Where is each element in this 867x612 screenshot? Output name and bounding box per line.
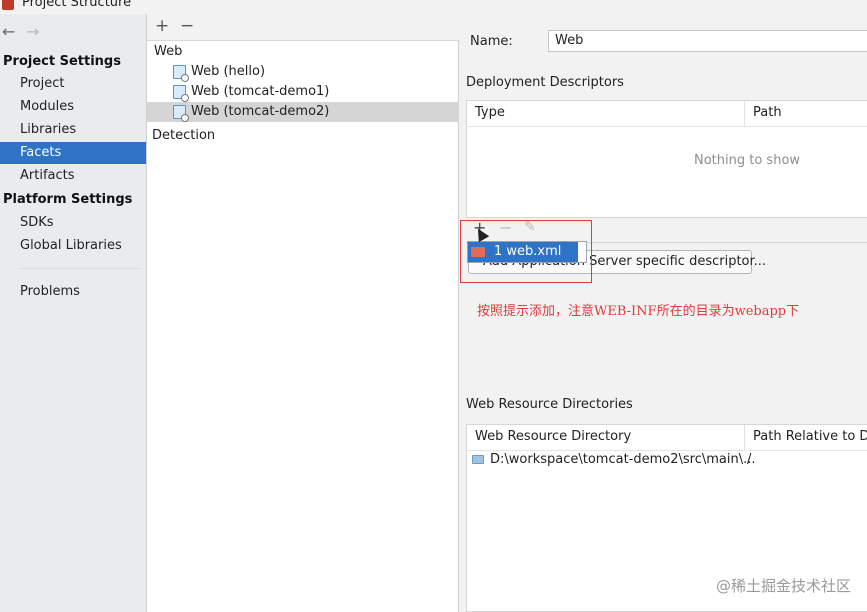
- table-header: Type Path: [467, 101, 867, 127]
- sidebar-item-sdks[interactable]: SDKs: [0, 212, 146, 234]
- xml-file-icon: [471, 247, 485, 257]
- column-header-relative-path[interactable]: Path Relative to D: [753, 429, 867, 444]
- facet-tree-root[interactable]: Web: [154, 44, 182, 59]
- table-row[interactable]: D:\workspace\tomcat-demo2\src\main\... /: [467, 451, 867, 471]
- facet-tree-item-label: Web (tomcat-demo2): [191, 104, 330, 119]
- facets-panel: + − Web Web (hello) Web (tomcat-demo1) W…: [146, 14, 459, 612]
- title-bar: Project Structure: [0, 0, 867, 14]
- remove-descriptor-icon[interactable]: −: [499, 218, 512, 237]
- empty-table-text: Nothing to show: [694, 153, 801, 168]
- web-facet-icon: [173, 105, 189, 122]
- sidebar-item-project[interactable]: Project: [0, 73, 146, 95]
- column-header-directory[interactable]: Web Resource Directory: [475, 429, 631, 444]
- web-facet-icon: [173, 85, 189, 102]
- settings-sidebar: ← → Project Settings Project Modules Lib…: [0, 14, 146, 612]
- column-header-type[interactable]: Type: [475, 105, 505, 120]
- add-descriptor-popup: 1 web.xml: [467, 241, 587, 263]
- directory-cell: D:\workspace\tomcat-demo2\src\main\...: [490, 452, 756, 467]
- name-input[interactable]: Web: [548, 30, 867, 52]
- back-arrow-icon[interactable]: ←: [2, 22, 15, 41]
- sidebar-divider: [20, 268, 140, 269]
- table-header: Web Resource Directory Path Relative to …: [467, 425, 867, 451]
- column-separator[interactable]: [744, 101, 745, 126]
- app-icon: [2, 0, 14, 10]
- annotation-text: 按照提示添加，注意WEB-INF所在的目录为webapp下: [477, 304, 800, 319]
- relative-path-cell: /: [747, 452, 752, 467]
- sidebar-item-global-libraries[interactable]: Global Libraries: [0, 235, 146, 257]
- facet-tree-item-selected[interactable]: Web (tomcat-demo2): [147, 102, 459, 122]
- web-resource-directories-header: Web Resource Directories: [466, 397, 633, 412]
- add-facet-icon[interactable]: +: [155, 16, 169, 36]
- popup-item-web-xml[interactable]: 1 web.xml: [468, 242, 578, 262]
- column-separator[interactable]: [744, 425, 745, 450]
- edit-descriptor-icon[interactable]: ✎: [524, 219, 536, 235]
- project-settings-header: Project Settings: [3, 54, 121, 69]
- sidebar-item-modules[interactable]: Modules: [0, 96, 146, 118]
- facet-tree-item-label: Web (hello): [191, 64, 266, 79]
- descriptor-toolbar: + − ✎: [466, 218, 867, 243]
- sidebar-item-problems[interactable]: Problems: [0, 281, 146, 303]
- facet-details-panel: Name: Web Deployment Descriptors Type Pa…: [459, 14, 867, 612]
- sidebar-item-libraries[interactable]: Libraries: [0, 119, 146, 141]
- window-title: Project Structure: [22, 0, 132, 10]
- name-label: Name:: [470, 34, 513, 49]
- popup-item-label: 1 web.xml: [494, 244, 562, 259]
- facet-tree-item[interactable]: Web (tomcat-demo1): [147, 82, 459, 102]
- facet-tree-item-label: Web (tomcat-demo1): [191, 84, 330, 99]
- sidebar-item-artifacts[interactable]: Artifacts: [0, 165, 146, 187]
- facets-toolbar: + −: [147, 14, 459, 41]
- remove-facet-icon[interactable]: −: [180, 16, 194, 36]
- deployment-descriptors-header: Deployment Descriptors: [466, 75, 624, 90]
- forward-arrow-icon[interactable]: →: [26, 22, 39, 41]
- deployment-descriptors-table: Type Path Nothing to show: [466, 100, 867, 218]
- platform-settings-header: Platform Settings: [3, 192, 133, 207]
- facet-tree-item[interactable]: Web (hello): [147, 62, 459, 82]
- sidebar-item-facets[interactable]: Facets: [0, 142, 146, 164]
- watermark: @稀土掘金技术社区: [715, 577, 851, 595]
- web-facet-icon: [173, 65, 189, 82]
- column-header-path[interactable]: Path: [753, 105, 782, 120]
- folder-icon: [472, 455, 484, 464]
- detection-item[interactable]: Detection: [152, 128, 215, 143]
